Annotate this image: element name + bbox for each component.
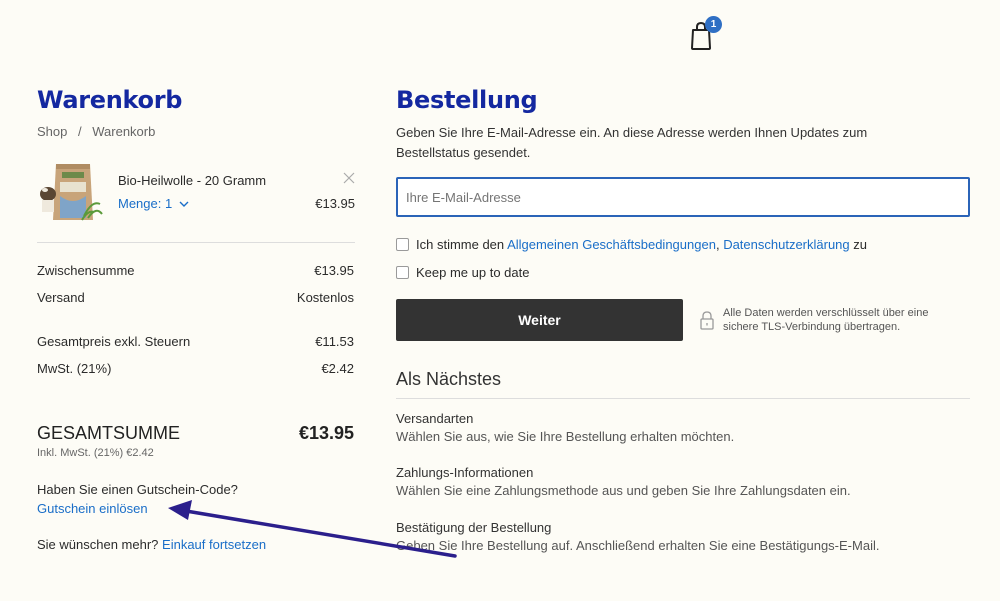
newsletter-label: Keep me up to date [416, 265, 530, 280]
breadcrumb-separator: / [78, 124, 82, 139]
terms-suffix: zu [853, 237, 868, 252]
secure-note: Alle Daten werden verschlüsselt über ein… [723, 307, 929, 333]
net-total-label: Gesamtpreis exkl. Steuern [37, 334, 191, 349]
shipping-row: Versand Kostenlos [37, 290, 354, 305]
vat-row: MwSt. (21%) €2.42 [37, 361, 354, 376]
chevron-down-icon [179, 201, 189, 207]
step-title: Zahlungs-Informationen [396, 465, 534, 480]
newsletter-checkbox-row[interactable]: Keep me up to date [396, 265, 529, 280]
grand-total-row: GESAMTSUMME €13.95 [37, 423, 354, 444]
email-input[interactable] [396, 177, 970, 217]
subtotal-row: Zwischensumme €13.95 [37, 263, 354, 278]
step-title: Bestätigung der Bestellung [396, 520, 552, 535]
breadcrumb-shop-link[interactable]: Shop [37, 124, 67, 139]
cart-count-badge: 1 [705, 16, 722, 33]
shipping-label: Versand [37, 290, 85, 305]
terms-comma: , [715, 237, 720, 252]
product-name: Bio-Heilwolle - 20 Gramm [118, 173, 267, 188]
privacy-link[interactable]: Datenschutzerklärung [723, 237, 849, 252]
cart-title: Warenkorb [37, 86, 183, 114]
terms-prefix: Ich stimme den [416, 237, 505, 252]
vat-value: €2.42 [321, 361, 354, 376]
divider [396, 398, 970, 399]
next-step-confirmation: Bestätigung der Bestellung Geben Sie Ihr… [396, 520, 879, 553]
order-intro: Geben Sie Ihre E-Mail-Adresse ein. An di… [396, 125, 868, 160]
step-title: Versandarten [396, 411, 474, 426]
breadcrumb-current: Warenkorb [92, 124, 156, 139]
shipping-value: Kostenlos [296, 290, 354, 305]
next-steps-title: Als Nächstes [396, 369, 502, 389]
net-total-row: Gesamtpreis exkl. Steuern €11.53 [37, 334, 354, 349]
continue-shopping-link[interactable]: Einkauf fortsetzen [162, 537, 266, 552]
continue-button[interactable]: Weiter [396, 299, 683, 341]
product-price: €13.95 [315, 196, 355, 211]
vat-label: MwSt. (21%) [37, 361, 112, 376]
divider [37, 242, 355, 243]
terms-link[interactable]: Allgemeinen Geschäftsbedingungen [507, 237, 716, 252]
close-icon [343, 172, 355, 184]
grand-total-value: €13.95 [298, 423, 354, 443]
order-title: Bestellung [396, 86, 538, 114]
step-description: Wählen Sie eine Zahlungsmethode aus und … [396, 483, 851, 498]
grand-total-note: Inkl. MwSt. (21%) €2.42 [37, 447, 154, 459]
voucher-link[interactable]: Gutschein einlösen [37, 501, 148, 516]
net-total-value: €11.53 [315, 334, 354, 349]
remove-item-button[interactable] [343, 172, 355, 184]
terms-checkbox[interactable] [396, 238, 409, 251]
step-description: Geben Sie Ihre Bestellung auf. Anschließ… [396, 538, 880, 553]
newsletter-checkbox[interactable] [396, 266, 409, 279]
subtotal-value: €13.95 [314, 263, 354, 278]
cart-button[interactable]: 1 [688, 16, 724, 50]
breadcrumb: Shop / Warenkorb [37, 124, 155, 139]
continue-shopping: Sie wünschen mehr? Einkauf fortsetzen [37, 537, 266, 552]
quantity-selector[interactable]: Menge: 1 [118, 196, 189, 211]
grand-total-label: GESAMTSUMME [37, 423, 181, 443]
product-image [38, 160, 104, 226]
next-step-shipping: Versandarten Wählen Sie aus, wie Sie Ihr… [396, 411, 734, 444]
subtotal-label: Zwischensumme [37, 263, 135, 278]
lock-icon [699, 310, 715, 333]
quantity-label: Menge: 1 [118, 196, 173, 211]
next-step-payment: Zahlungs-Informationen Wählen Sie eine Z… [396, 465, 851, 498]
terms-checkbox-row[interactable]: Ich stimme den Allgemeinen Geschäftsbedi… [396, 237, 867, 252]
step-description: Wählen Sie aus, wie Sie Ihre Bestellung … [396, 429, 735, 444]
more-text: Sie wünschen mehr? [37, 537, 159, 552]
voucher-question: Haben Sie einen Gutschein-Code? [37, 482, 238, 497]
